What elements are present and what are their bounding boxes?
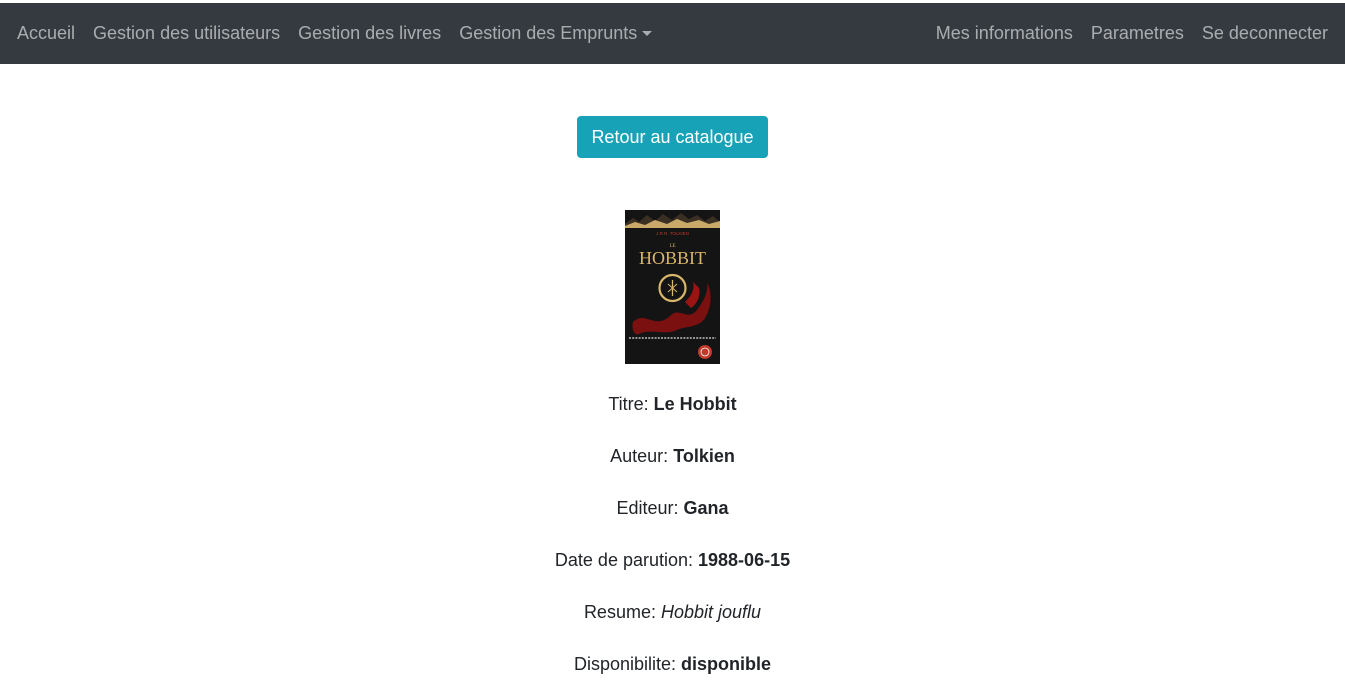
field-resume: Resume: Hobbit jouflu (584, 586, 761, 638)
nav-accueil[interactable]: Accueil (8, 23, 84, 44)
nav-gestion-utilisateurs[interactable]: Gestion des utilisateurs (84, 23, 289, 44)
field-editeur-label: Editeur: (616, 498, 679, 518)
nav-mes-informations[interactable]: Mes informations (927, 23, 1082, 44)
nav-gestion-emprunts-label: Gestion des Emprunts (459, 23, 638, 43)
navbar: Accueil Gestion des utilisateurs Gestion… (0, 3, 1345, 64)
book-detail: Retour au catalogue J.R.R. TOLKIEN LE HO… (0, 64, 1345, 690)
field-dispo-value: disponible (681, 654, 772, 674)
field-dispo-label: Disponibilite: (573, 654, 677, 674)
field-date-parution: Date de parution: 1988-06-15 (555, 534, 790, 586)
nav-parametres[interactable]: Parametres (1082, 23, 1193, 44)
cover-title-text: HOBBIT (639, 248, 706, 268)
field-disponibilite: Disponibilite: disponible (574, 638, 771, 690)
book-cover-image: J.R.R. TOLKIEN LE HOBBIT (625, 210, 720, 364)
field-auteur-label: Auteur: (610, 446, 669, 466)
nav-se-deconnecter[interactable]: Se deconnecter (1193, 23, 1337, 44)
navbar-right: Mes informations Parametres Se deconnect… (927, 23, 1337, 44)
cover-author-text: J.R.R. TOLKIEN (656, 231, 689, 236)
field-resume-label: Resume: (583, 602, 656, 622)
field-editeur: Editeur: Gana (616, 482, 728, 534)
field-titre-value: Le Hobbit (653, 394, 737, 414)
field-titre: Titre: Le Hobbit (608, 378, 736, 430)
field-date-label: Date de parution: (554, 550, 693, 570)
field-auteur: Auteur: Tolkien (610, 430, 735, 482)
field-auteur-value: Tolkien (673, 446, 735, 466)
nav-gestion-livres[interactable]: Gestion des livres (289, 23, 450, 44)
field-date-value: 1988-06-15 (698, 550, 791, 570)
field-resume-value: Hobbit jouflu (660, 602, 762, 622)
field-titre-label: Titre: (608, 394, 649, 414)
field-editeur-value: Gana (683, 498, 729, 518)
back-to-catalog-button[interactable]: Retour au catalogue (577, 116, 768, 158)
caret-down-icon (642, 31, 653, 36)
nav-gestion-emprunts-dropdown[interactable]: Gestion des Emprunts (450, 23, 661, 44)
navbar-left: Accueil Gestion des utilisateurs Gestion… (8, 23, 661, 44)
